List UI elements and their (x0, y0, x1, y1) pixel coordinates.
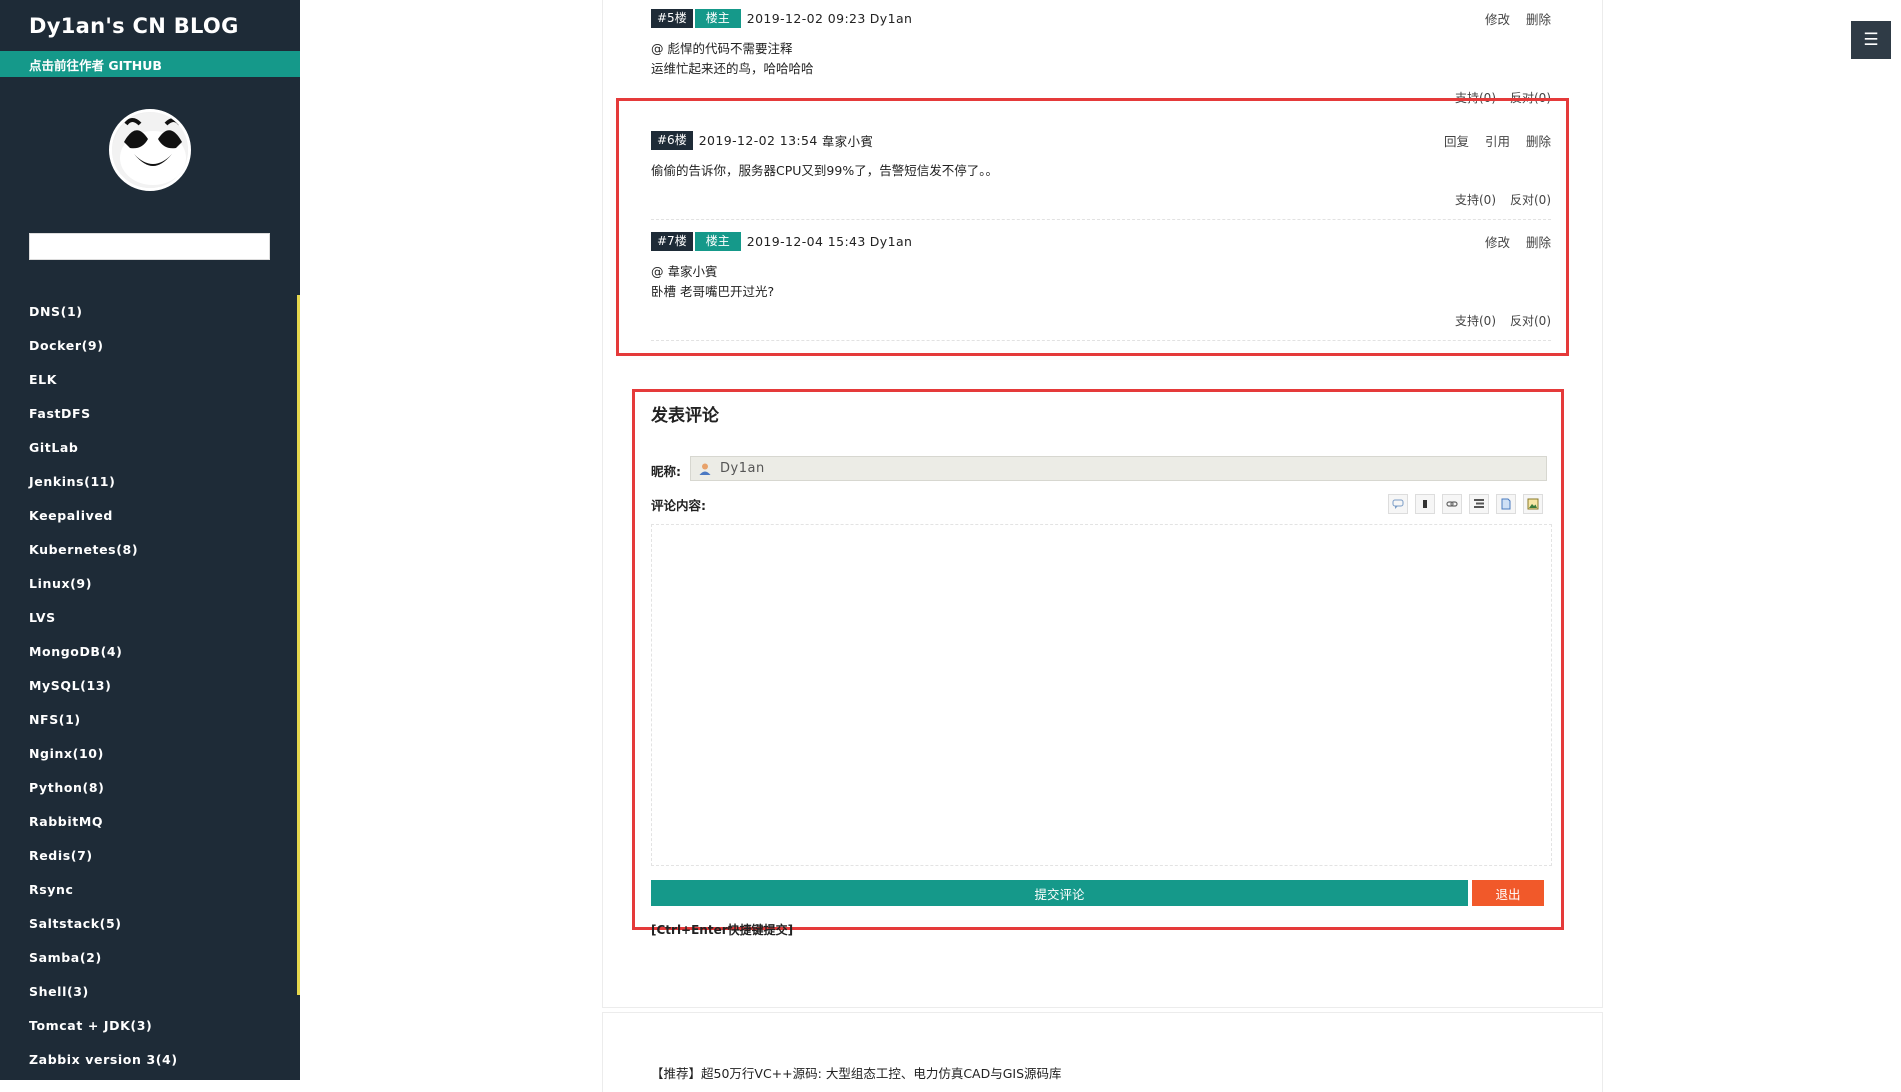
category-item[interactable]: MongoDB(4) (29, 640, 178, 674)
menu-toggle-button[interactable]: ☰ (1851, 21, 1891, 59)
comment-header: #5楼 楼主 2019-12-02 09:23 Dy1an 修改 删除 (651, 8, 1551, 28)
comment-body: @ 彪悍的代码不需要注释 运维忙起来还的鸟，哈哈哈哈 (651, 39, 1551, 79)
sidebar-search-input[interactable] (29, 233, 270, 260)
category-item[interactable]: Saltstack(5) (29, 912, 178, 946)
logout-button[interactable]: 退出 (1472, 880, 1544, 906)
category-item[interactable]: Shell(3) (29, 980, 178, 1014)
submit-comment-button[interactable]: 提交评论 (651, 880, 1468, 906)
category-item[interactable]: Kubernetes(8) (29, 538, 178, 572)
code-icon[interactable] (1469, 494, 1489, 514)
bold-icon[interactable] (1415, 494, 1435, 514)
comment-form-title: 发表评论 (651, 406, 719, 426)
user-icon (699, 463, 711, 475)
editor-toolbar (1388, 494, 1543, 514)
image-icon[interactable] (1523, 494, 1543, 514)
category-item[interactable]: Docker(9) (29, 334, 178, 368)
hamburger-icon: ☰ (1863, 30, 1879, 50)
category-item[interactable]: Linux(9) (29, 572, 178, 606)
category-item[interactable]: FastDFS (29, 402, 178, 436)
delete-link[interactable]: 删除 (1526, 9, 1551, 28)
panda-avatar-icon (112, 112, 188, 188)
floor-badge[interactable]: #5楼 (651, 8, 693, 28)
category-item[interactable]: GitLab (29, 436, 178, 470)
host-badge: 楼主 (694, 8, 741, 28)
nick-label: 昵称: (651, 464, 681, 479)
comment-line: 运维忙起来还的鸟，哈哈哈哈 (651, 61, 814, 76)
category-item[interactable]: ELK (29, 368, 178, 402)
recommend-link[interactable]: 【推荐】超50万行VC++源码: 大型组态工控、电力仿真CAD与GIS源码库 (651, 1063, 1062, 1082)
category-item[interactable]: Rsync (29, 878, 178, 912)
category-list: DNS(1) Docker(9) ELK FastDFS GitLab Jenk… (29, 300, 178, 1082)
category-item[interactable]: Jenkins(11) (29, 470, 178, 504)
category-item[interactable]: Keepalived (29, 504, 178, 538)
category-item[interactable]: DNS(1) (29, 300, 178, 334)
blog-brand[interactable]: Dy1an's CN BLOG (0, 0, 300, 51)
nick-field: Dy1an (690, 456, 1547, 481)
highlight-box-comments (616, 98, 1569, 356)
category-item[interactable]: Samba(2) (29, 946, 178, 980)
sidebar-scroll-indicator (297, 295, 300, 995)
avatar[interactable] (109, 109, 191, 191)
comment-actions: 修改 删除 (1485, 9, 1551, 28)
content-label: 评论内容: (651, 498, 706, 513)
reply-icon[interactable] (1388, 494, 1408, 514)
link-icon[interactable] (1442, 494, 1462, 514)
category-item[interactable]: NFS(1) (29, 708, 178, 742)
edit-link[interactable]: 修改 (1485, 9, 1510, 28)
category-item[interactable]: Python(8) (29, 776, 178, 810)
category-item[interactable]: Tomcat + JDK(3) (29, 1014, 178, 1048)
category-item[interactable]: Nginx(10) (29, 742, 178, 776)
comment-line: @ 彪悍的代码不需要注释 (651, 41, 793, 56)
sidebar: Dy1an's CN BLOG 点击前往作者 GITHUB DNS(1) Doc… (0, 0, 300, 1080)
category-item[interactable]: RabbitMQ (29, 810, 178, 844)
category-item[interactable]: LVS (29, 606, 178, 640)
category-item[interactable]: Zabbix version 3(4) (29, 1048, 178, 1082)
comment-item: #5楼 楼主 2019-12-02 09:23 Dy1an 修改 删除 @ 彪悍… (651, 8, 1551, 106)
category-item[interactable]: MySQL(13) (29, 674, 178, 708)
comment-datetime: 2019-12-02 09:23 (746, 10, 866, 26)
quote-icon[interactable] (1496, 494, 1516, 514)
shortcut-hint: [Ctrl+Enter快捷键提交] (651, 923, 794, 937)
nick-value: Dy1an (720, 461, 765, 476)
github-link[interactable]: 点击前往作者 GITHUB (0, 51, 300, 77)
category-item[interactable]: Redis(7) (29, 844, 178, 878)
comment-textarea[interactable] (651, 524, 1552, 866)
comment-author[interactable]: Dy1an (870, 11, 913, 26)
